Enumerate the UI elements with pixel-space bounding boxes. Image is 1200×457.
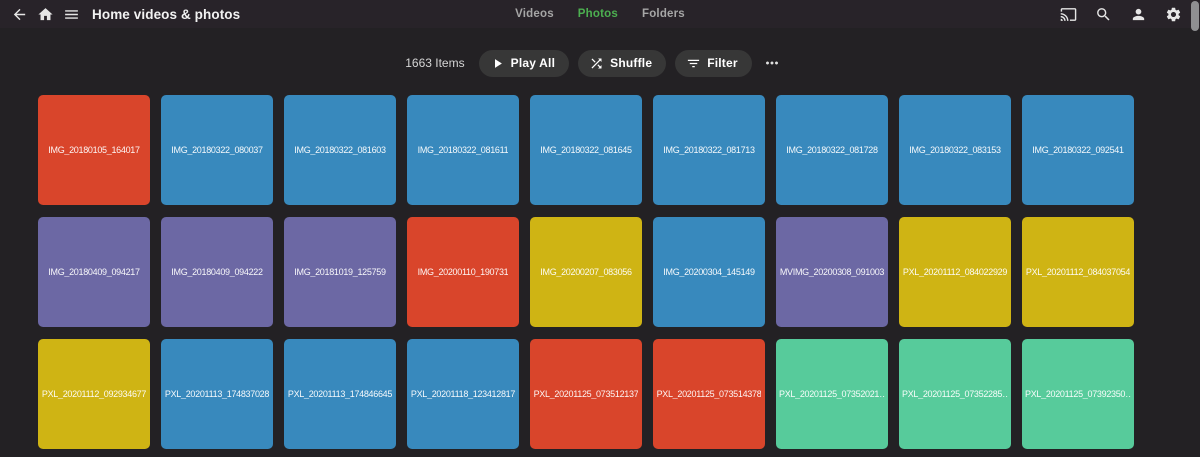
- shuffle-label: Shuffle: [610, 56, 653, 70]
- photo-grid: IMG_20180105_164017 IMG_20180322_080037 …: [38, 95, 1134, 449]
- top-bar: Home videos & photos Videos Photos Folders: [0, 0, 1200, 28]
- photo-tile-label: IMG_20180409_094217: [48, 267, 140, 277]
- photo-tile-label: PXL_20201112_092934677: [41, 389, 147, 399]
- photo-tile-label: IMG_20180322_092541: [1032, 145, 1124, 155]
- back-button[interactable]: [6, 0, 32, 28]
- photo-tile-label: IMG_20200304_145149: [663, 267, 755, 277]
- photo-tile-label: IMG_20180322_081645: [540, 145, 632, 155]
- topbar-tab[interactable]: Folders: [642, 8, 685, 20]
- photo-tile[interactable]: IMG_20180322_081645: [530, 95, 642, 205]
- photo-tile[interactable]: IMG_20200304_145149: [653, 217, 765, 327]
- photo-tile[interactable]: PXL_20201125_073514378: [653, 339, 765, 449]
- photo-tile[interactable]: PXL_20201113_174837028: [161, 339, 273, 449]
- search-button[interactable]: [1090, 0, 1116, 28]
- photo-tile[interactable]: PXL_20201125_073512137: [530, 339, 642, 449]
- hamburger-menu-icon: [63, 6, 80, 23]
- photo-tile[interactable]: PXL_20201125_07352021…: [776, 339, 888, 449]
- topbar-actions: [1055, 0, 1186, 28]
- photo-tile-label: PXL_20201118_123412817: [410, 389, 516, 399]
- photo-tile[interactable]: IMG_20180322_081728: [776, 95, 888, 205]
- photo-tile[interactable]: IMG_20180409_094217: [38, 217, 150, 327]
- photo-tile-label: PXL_20201125_07352021…: [779, 389, 885, 399]
- photo-tile[interactable]: PXL_20201112_084022929: [899, 217, 1011, 327]
- photo-tile[interactable]: PXL_20201112_092934677: [38, 339, 150, 449]
- filter-button[interactable]: Filter: [675, 49, 752, 77]
- filter-icon: [686, 56, 701, 71]
- photo-tile[interactable]: PXL_20201118_123412817: [407, 339, 519, 449]
- photo-tile-label: PXL_20201125_07352285…: [902, 389, 1008, 399]
- topbar-tabs: Videos Photos Folders: [515, 0, 685, 28]
- search-icon: [1095, 6, 1112, 23]
- photo-tile-label: IMG_20180322_081603: [294, 145, 386, 155]
- home-icon: [37, 6, 54, 23]
- topbar-tab[interactable]: Photos: [578, 8, 618, 20]
- settings-button[interactable]: [1160, 0, 1186, 28]
- shuffle-button[interactable]: Shuffle: [578, 49, 667, 77]
- photo-tile[interactable]: PXL_20201113_174846645: [284, 339, 396, 449]
- cast-icon: [1060, 6, 1077, 23]
- more-horizontal-icon: [763, 54, 781, 72]
- photo-tile[interactable]: IMG_20200110_190731: [407, 217, 519, 327]
- photo-tile[interactable]: IMG_20181019_125759: [284, 217, 396, 327]
- photo-tile[interactable]: IMG_20180322_092541: [1022, 95, 1134, 205]
- photo-tile-label: PXL_20201125_07392350…: [1025, 389, 1131, 399]
- cast-button[interactable]: [1055, 0, 1081, 28]
- play-all-button[interactable]: Play All: [478, 49, 570, 77]
- photo-tile-label: IMG_20180322_081713: [663, 145, 755, 155]
- library-toolbar: 1663 Items Play All Shuffle Filter: [0, 49, 1186, 77]
- photo-tile-label: PXL_20201112_084022929: [902, 267, 1008, 277]
- photo-tile-label: MVIMG_20200308_091003: [779, 267, 885, 277]
- play-all-label: Play All: [510, 56, 556, 70]
- user-button[interactable]: [1125, 0, 1151, 28]
- photo-tile[interactable]: IMG_20180409_094222: [161, 217, 273, 327]
- home-button[interactable]: [32, 0, 58, 28]
- photo-tile[interactable]: IMG_20180322_081713: [653, 95, 765, 205]
- photo-tile-label: IMG_20180322_081611: [417, 145, 509, 155]
- photo-tile-label: PXL_20201113_174846645: [287, 389, 393, 399]
- photo-tile-label: IMG_20180322_081728: [786, 145, 878, 155]
- photo-tile-label: IMG_20200110_190731: [417, 267, 509, 277]
- photo-tile[interactable]: IMG_20180322_081611: [407, 95, 519, 205]
- photo-tile[interactable]: PXL_20201112_084037054: [1022, 217, 1134, 327]
- photo-tile-label: PXL_20201125_073514378: [656, 389, 762, 399]
- more-button[interactable]: [763, 54, 781, 72]
- photo-tile-label: IMG_20180322_083153: [909, 145, 1001, 155]
- shuffle-icon: [589, 56, 604, 71]
- photo-tile-label: IMG_20180409_094222: [171, 267, 263, 277]
- photo-tile-label: IMG_20180105_164017: [48, 145, 140, 155]
- photo-tile-label: IMG_20180322_080037: [171, 145, 263, 155]
- photo-tile[interactable]: IMG_20180322_083153: [899, 95, 1011, 205]
- photo-tile-label: PXL_20201113_174837028: [164, 389, 270, 399]
- photo-tile[interactable]: PXL_20201125_07352285…: [899, 339, 1011, 449]
- photo-tile[interactable]: IMG_20200207_083056: [530, 217, 642, 327]
- items-count: 1663 Items: [405, 56, 465, 70]
- arrow-back-icon: [11, 6, 28, 23]
- photo-tile-label: IMG_20181019_125759: [294, 267, 386, 277]
- photo-tile[interactable]: IMG_20180322_081603: [284, 95, 396, 205]
- filter-label: Filter: [707, 56, 738, 70]
- photo-tile[interactable]: MVIMG_20200308_091003: [776, 217, 888, 327]
- photo-tile-label: PXL_20201125_073512137: [533, 389, 639, 399]
- topbar-tab[interactable]: Videos: [515, 8, 554, 20]
- photo-tile-label: IMG_20200207_083056: [540, 267, 632, 277]
- play-icon: [490, 56, 505, 71]
- photo-tile[interactable]: IMG_20180105_164017: [38, 95, 150, 205]
- photo-tile-label: PXL_20201112_084037054: [1025, 267, 1131, 277]
- settings-gear-icon: [1165, 6, 1182, 23]
- scrollbar-thumb[interactable]: [1191, 1, 1199, 31]
- app-window: Home videos & photos Videos Photos Folders: [0, 0, 1200, 457]
- menu-button[interactable]: [58, 0, 84, 28]
- page-title: Home videos & photos: [92, 6, 241, 22]
- photo-tile[interactable]: PXL_20201125_07392350…: [1022, 339, 1134, 449]
- photo-tile[interactable]: IMG_20180322_080037: [161, 95, 273, 205]
- user-icon: [1130, 6, 1147, 23]
